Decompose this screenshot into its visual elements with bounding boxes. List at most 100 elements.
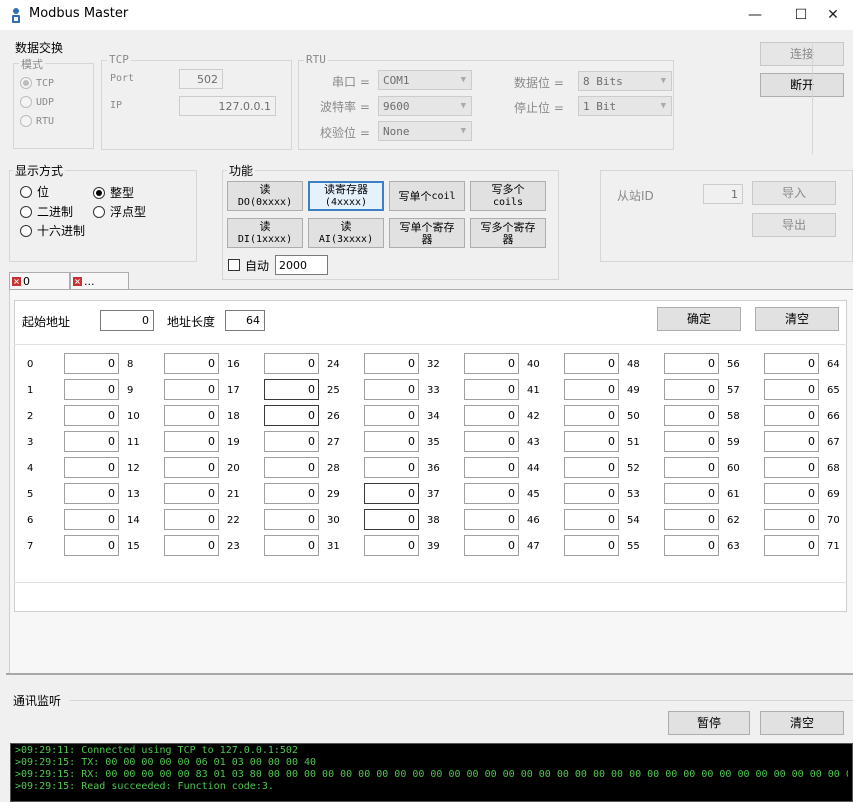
register-value-input[interactable]: 0: [164, 457, 219, 478]
splitter[interactable]: [6, 673, 853, 675]
pause-button[interactable]: 暂停: [668, 711, 750, 735]
tab-more[interactable]: ×...: [70, 272, 129, 290]
register-value-input[interactable]: 0: [264, 483, 319, 504]
register-value-input[interactable]: 0: [464, 379, 519, 400]
register-value-input[interactable]: 0: [64, 535, 119, 556]
register-value-input[interactable]: 0: [564, 509, 619, 530]
read-ai-button[interactable]: 读 AI(3xxxx): [308, 218, 384, 248]
auto-checkbox[interactable]: [228, 259, 240, 271]
display-hex-radio[interactable]: 十六进制: [20, 222, 85, 239]
register-value-input[interactable]: 0: [664, 379, 719, 400]
register-value-input[interactable]: 0: [764, 509, 819, 530]
monitor-clear-button[interactable]: 清空: [760, 711, 844, 735]
tab-0[interactable]: × 0: [9, 272, 70, 290]
export-button[interactable]: 导出: [752, 213, 836, 237]
register-value-input[interactable]: 0: [664, 457, 719, 478]
register-value-input[interactable]: 0: [364, 353, 419, 374]
register-value-input[interactable]: 0: [64, 483, 119, 504]
register-value-input[interactable]: 0: [464, 431, 519, 452]
register-value-input[interactable]: 0: [364, 405, 419, 426]
baud-select[interactable]: 9600 ▼: [378, 96, 472, 116]
display-bit-radio[interactable]: 位: [20, 183, 49, 200]
slave-id-input[interactable]: 1: [703, 184, 743, 204]
register-value-input[interactable]: 0: [264, 405, 319, 426]
read-di-button[interactable]: 读 DI(1xxxx): [227, 218, 303, 248]
register-clear-button[interactable]: 清空: [755, 307, 839, 331]
register-value-input[interactable]: 0: [364, 431, 419, 452]
register-value-input[interactable]: 0: [164, 353, 219, 374]
register-value-input[interactable]: 0: [664, 353, 719, 374]
register-value-input[interactable]: 0: [564, 483, 619, 504]
register-value-input[interactable]: 0: [664, 431, 719, 452]
register-value-input[interactable]: 0: [364, 509, 419, 530]
port-input[interactable]: 502: [179, 69, 223, 89]
register-value-input[interactable]: 0: [64, 353, 119, 374]
register-value-input[interactable]: 0: [564, 457, 619, 478]
write-register-button[interactable]: 写单个寄存器: [389, 218, 465, 248]
register-value-input[interactable]: 0: [664, 405, 719, 426]
close-icon[interactable]: ×: [12, 277, 21, 286]
register-value-input[interactable]: 0: [564, 535, 619, 556]
import-button[interactable]: 导入: [752, 181, 836, 205]
display-float-radio[interactable]: 浮点型: [93, 203, 146, 220]
register-value-input[interactable]: 0: [464, 483, 519, 504]
mode-rtu-radio[interactable]: RTU: [20, 115, 54, 127]
register-value-input[interactable]: 0: [164, 379, 219, 400]
register-value-input[interactable]: 0: [364, 457, 419, 478]
register-value-input[interactable]: 0: [564, 353, 619, 374]
register-value-input[interactable]: 0: [264, 535, 319, 556]
ip-input[interactable]: 127.0.0.1: [179, 96, 276, 116]
databits-select[interactable]: 8 Bits ▼: [578, 71, 672, 91]
write-coil-button[interactable]: 写单个 coil: [389, 181, 465, 211]
register-value-input[interactable]: 0: [764, 483, 819, 504]
display-binary-radio[interactable]: 二进制: [20, 203, 73, 220]
register-value-input[interactable]: 0: [264, 379, 319, 400]
register-value-input[interactable]: 0: [64, 431, 119, 452]
register-value-input[interactable]: 0: [364, 483, 419, 504]
minimize-button[interactable]: —: [735, 0, 775, 30]
register-value-input[interactable]: 0: [564, 431, 619, 452]
register-value-input[interactable]: 0: [164, 535, 219, 556]
register-value-input[interactable]: 0: [64, 457, 119, 478]
register-value-input[interactable]: 0: [764, 457, 819, 478]
register-value-input[interactable]: 0: [764, 535, 819, 556]
register-value-input[interactable]: 0: [64, 405, 119, 426]
register-value-input[interactable]: 0: [264, 353, 319, 374]
register-value-input[interactable]: 0: [764, 431, 819, 452]
register-value-input[interactable]: 0: [364, 535, 419, 556]
serial-select[interactable]: COM1 ▼: [378, 70, 472, 90]
register-value-input[interactable]: 0: [264, 457, 319, 478]
connect-button[interactable]: 连接: [760, 42, 844, 66]
read-register-button[interactable]: 读寄存器 (4xxxx): [308, 181, 384, 211]
register-value-input[interactable]: 0: [364, 379, 419, 400]
register-value-input[interactable]: 0: [264, 431, 319, 452]
parity-select[interactable]: None ▼: [378, 121, 472, 141]
mode-udp-radio[interactable]: UDP: [20, 96, 54, 108]
read-do-button[interactable]: 读 DO(0xxxx): [227, 181, 303, 211]
register-value-input[interactable]: 0: [564, 379, 619, 400]
register-value-input[interactable]: 0: [64, 379, 119, 400]
close-button[interactable]: ✕: [813, 0, 853, 30]
mode-tcp-radio[interactable]: TCP: [20, 77, 54, 89]
confirm-button[interactable]: 确定: [657, 307, 741, 331]
register-value-input[interactable]: 0: [764, 353, 819, 374]
monitor-log[interactable]: >09:29:11: Connected using TCP to 127.0.…: [10, 743, 853, 802]
register-value-input[interactable]: 0: [764, 379, 819, 400]
register-value-input[interactable]: 0: [464, 405, 519, 426]
close-icon[interactable]: ×: [73, 277, 82, 286]
stopbits-select[interactable]: 1 Bit ▼: [578, 96, 672, 116]
register-value-input[interactable]: 0: [464, 353, 519, 374]
register-value-input[interactable]: 0: [64, 509, 119, 530]
address-length-input[interactable]: 64: [225, 310, 265, 331]
register-value-input[interactable]: 0: [464, 457, 519, 478]
register-value-input[interactable]: 0: [464, 509, 519, 530]
register-value-input[interactable]: 0: [664, 483, 719, 504]
register-value-input[interactable]: 0: [164, 431, 219, 452]
register-value-input[interactable]: 0: [164, 483, 219, 504]
register-value-input[interactable]: 0: [764, 405, 819, 426]
write-registers-button[interactable]: 写多个寄存器: [470, 218, 546, 248]
display-integer-radio[interactable]: 整型: [93, 184, 134, 201]
register-value-input[interactable]: 0: [164, 405, 219, 426]
register-value-input[interactable]: 0: [664, 509, 719, 530]
register-value-input[interactable]: 0: [564, 405, 619, 426]
